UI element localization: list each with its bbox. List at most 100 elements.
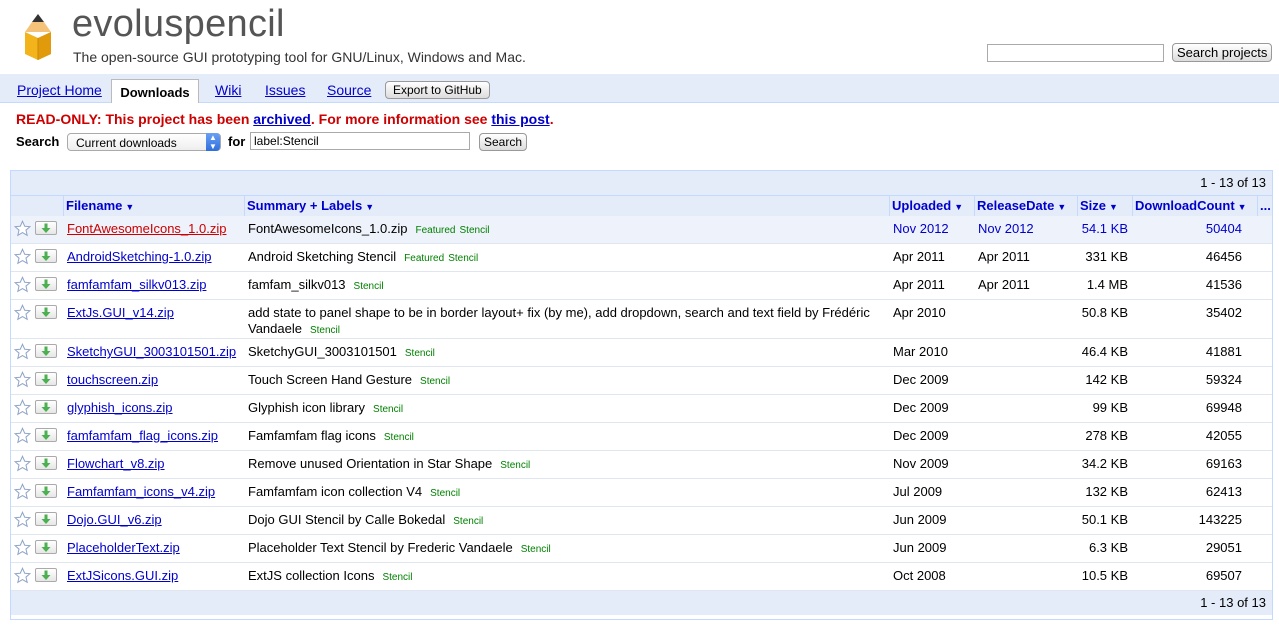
file-link[interactable]: PlaceholderText.zip: [67, 540, 180, 555]
downloads-scope-value: Current downloads: [76, 136, 177, 150]
table-row[interactable]: Dojo.GUI_v6.zip Dojo GUI Stencil by Calle…: [11, 507, 1272, 535]
column-header-release-date[interactable]: ReleaseDate ▼: [974, 196, 1077, 216]
uploaded-cell: Jul 2009: [893, 484, 943, 499]
label-tag[interactable]: Featured: [404, 253, 444, 264]
download-arrow-icon: [41, 251, 51, 261]
search-button[interactable]: Search: [479, 133, 528, 151]
file-link[interactable]: Dojo.GUI_v6.zip: [67, 512, 162, 527]
file-link[interactable]: Flowchart_v8.zip: [67, 456, 165, 471]
tab-bar: Project Home Downloads Wiki Issues Sourc…: [0, 74, 1279, 103]
label-tag[interactable]: Stencil: [373, 404, 403, 415]
table-row[interactable]: glyphish_icons.zip Glyphish icon library S…: [11, 395, 1272, 423]
label-tag[interactable]: Stencil: [500, 460, 530, 471]
star-icon[interactable]: [14, 220, 31, 237]
file-link[interactable]: ExtJSicons.GUI.zip: [67, 568, 178, 583]
project-name[interactable]: evoluspencil: [72, 3, 285, 46]
download-button[interactable]: [35, 428, 57, 442]
archived-link[interactable]: archived: [253, 111, 311, 127]
table-row[interactable]: Flowchart_v8.zip Remove unused Orientatio…: [11, 451, 1272, 479]
file-link[interactable]: famfamfam_flag_icons.zip: [67, 428, 218, 443]
download-button[interactable]: [35, 400, 57, 414]
search-projects-input[interactable]: [987, 44, 1164, 62]
tab-source[interactable]: Source: [327, 82, 371, 98]
table-row[interactable]: famfamfam_flag_icons.zip Famfamfam flag i…: [11, 423, 1272, 451]
table-row[interactable]: SketchyGUI_3003101501.zip SketchyGUI_3003…: [11, 339, 1272, 367]
file-link[interactable]: famfamfam_silkv013.zip: [67, 277, 206, 292]
download-button[interactable]: [35, 512, 57, 526]
star-icon[interactable]: [14, 248, 31, 265]
release-date-cell: Apr 2011: [978, 249, 1030, 264]
search-projects-button[interactable]: Search projects: [1172, 43, 1273, 62]
label-tag[interactable]: Stencil: [460, 225, 490, 236]
star-icon[interactable]: [14, 511, 31, 528]
download-button[interactable]: [35, 540, 57, 554]
label-tag[interactable]: Stencil: [448, 253, 478, 264]
label-tag[interactable]: Stencil: [405, 348, 435, 359]
column-header-more[interactable]: ...: [1257, 196, 1272, 216]
download-button[interactable]: [35, 372, 57, 386]
label-tag[interactable]: Stencil: [430, 488, 460, 499]
label-tag[interactable]: Featured: [415, 225, 455, 236]
download-button[interactable]: [35, 277, 57, 291]
column-header-download-count[interactable]: DownloadCount ▼: [1132, 196, 1257, 216]
search-query-input[interactable]: [250, 132, 470, 150]
download-button[interactable]: [35, 484, 57, 498]
star-icon[interactable]: [14, 276, 31, 293]
label-tag[interactable]: Stencil: [384, 432, 414, 443]
star-icon[interactable]: [14, 427, 31, 444]
download-button[interactable]: [35, 456, 57, 470]
star-icon[interactable]: [14, 483, 31, 500]
file-link[interactable]: Famfamfam_icons_v4.zip: [67, 484, 215, 499]
uploaded-cell: Apr 2010: [893, 305, 946, 320]
table-row[interactable]: FontAwesomeIcons_1.0.zip FontAwesomeIcons…: [11, 216, 1272, 244]
table-row[interactable]: AndroidSketching-1.0.zip Android Sketchin…: [11, 244, 1272, 272]
summary-cell: Touch Screen Hand Gesture Stencil: [248, 372, 878, 390]
label-tag[interactable]: Stencil: [420, 376, 450, 387]
table-row[interactable]: touchscreen.zip Touch Screen Hand Gesture…: [11, 367, 1272, 395]
column-header-summary[interactable]: Summary + Labels ▼: [244, 196, 889, 216]
file-link[interactable]: FontAwesomeIcons_1.0.zip: [67, 221, 226, 236]
star-icon[interactable]: [14, 343, 31, 360]
star-icon[interactable]: [14, 567, 31, 584]
star-icon[interactable]: [14, 371, 31, 388]
header-icons-spacer: [11, 196, 63, 216]
file-link[interactable]: AndroidSketching-1.0.zip: [67, 249, 212, 264]
tab-downloads[interactable]: Downloads: [111, 79, 199, 103]
label-tag[interactable]: Stencil: [354, 281, 384, 292]
table-row[interactable]: ExtJSicons.GUI.zip ExtJS collection Icons…: [11, 563, 1272, 591]
star-icon[interactable]: [14, 539, 31, 556]
column-header-size[interactable]: Size ▼: [1077, 196, 1132, 216]
tab-wiki[interactable]: Wiki: [215, 82, 241, 98]
label-tag[interactable]: Stencil: [382, 572, 412, 583]
star-icon[interactable]: [14, 304, 31, 321]
download-button[interactable]: [35, 221, 57, 235]
star-icon[interactable]: [14, 399, 31, 416]
tab-project-home[interactable]: Project Home: [17, 82, 102, 98]
tab-issues[interactable]: Issues: [265, 82, 305, 98]
download-button[interactable]: [35, 568, 57, 582]
summary-text: Remove unused Orientation in Star Shape: [248, 456, 493, 471]
size-cell: 132 KB: [1085, 484, 1128, 499]
table-row[interactable]: ExtJs.GUI_v14.zip add state to panel shap…: [11, 300, 1272, 339]
export-to-github-button[interactable]: Export to GitHub: [385, 81, 490, 99]
file-link[interactable]: ExtJs.GUI_v14.zip: [67, 305, 174, 320]
download-button[interactable]: [35, 249, 57, 263]
star-icon[interactable]: [14, 455, 31, 472]
download-count-cell: 69507: [1205, 568, 1242, 583]
file-link[interactable]: glyphish_icons.zip: [67, 400, 173, 415]
file-link[interactable]: SketchyGUI_3003101501.zip: [67, 344, 236, 359]
table-row[interactable]: Famfamfam_icons_v4.zip Famfamfam icon col…: [11, 479, 1272, 507]
column-header-uploaded[interactable]: Uploaded ▼: [889, 196, 974, 216]
download-button[interactable]: [35, 344, 57, 358]
file-link[interactable]: touchscreen.zip: [67, 372, 158, 387]
downloads-scope-select[interactable]: Current downloads ▲ ▼: [67, 133, 221, 151]
label-tag[interactable]: Stencil: [521, 544, 551, 555]
table-row[interactable]: PlaceholderText.zip Placeholder Text Sten…: [11, 535, 1272, 563]
download-count-cell: 42055: [1205, 428, 1242, 443]
table-row[interactable]: famfamfam_silkv013.zip famfam_silkv013 Ste…: [11, 272, 1272, 300]
label-tag[interactable]: Stencil: [453, 516, 483, 527]
label-tag[interactable]: Stencil: [310, 325, 340, 336]
column-header-filename[interactable]: Filename ▼: [63, 196, 244, 216]
this-post-link[interactable]: this post: [491, 111, 549, 127]
download-button[interactable]: [35, 305, 57, 319]
